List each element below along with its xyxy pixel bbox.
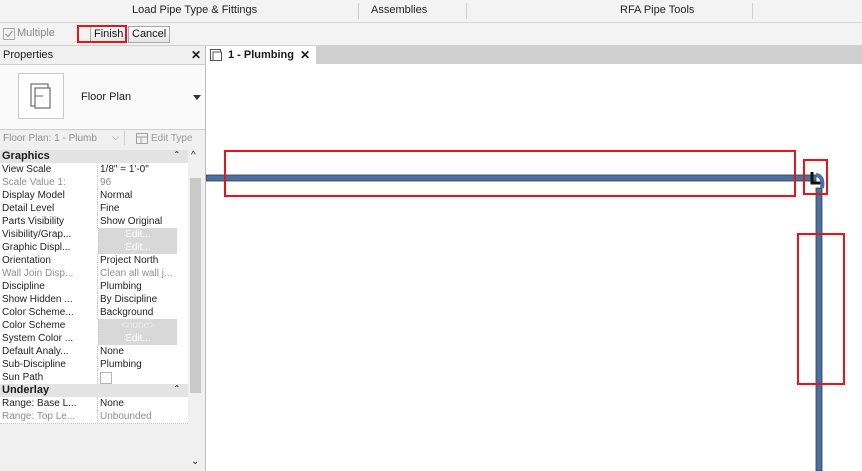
property-row[interactable]: Visibility/Grap... Edit... <box>0 228 188 242</box>
property-row[interactable]: Display Model Normal <box>0 189 188 203</box>
chevron-down-icon[interactable]: ⌵ <box>112 132 120 143</box>
multiple-checkbox[interactable] <box>3 28 15 40</box>
property-row[interactable]: Detail Level Fine <box>0 202 188 216</box>
property-row[interactable]: Sun Path <box>0 371 188 385</box>
finish-button[interactable]: Finish <box>90 26 128 43</box>
property-row[interactable]: View Scale 1/8" = 1'-0" <box>0 163 188 177</box>
property-row[interactable]: Parts Visibility Show Original <box>0 215 188 229</box>
edit-button[interactable]: Edit... <box>98 241 177 254</box>
property-row[interactable]: Graphic Displ... Edit... <box>0 241 188 255</box>
multiple-label: Multiple <box>17 27 55 39</box>
property-row[interactable]: Show Hidden ... By Discipline <box>0 293 188 307</box>
scroll-down-icon[interactable]: ⌄ <box>191 456 199 467</box>
close-icon[interactable]: ✕ <box>191 48 201 62</box>
property-row[interactable]: Sub-Discipline Plumbing <box>0 358 188 372</box>
properties-header: Properties ✕ <box>0 46 205 64</box>
property-row[interactable]: Range: Base L... None <box>0 397 188 411</box>
edit-button[interactable]: Edit... <box>98 332 177 345</box>
ribbon-separator <box>358 3 359 19</box>
property-row[interactable]: Default Analy... None <box>0 345 188 359</box>
vertical-pipe[interactable] <box>815 187 823 471</box>
options-bar: Multiple Finish Cancel <box>0 23 862 46</box>
scroll-up-icon[interactable]: ^ <box>191 150 196 161</box>
floor-plan-icon <box>18 73 64 119</box>
instance-selector[interactable]: Floor Plan: 1 - Plumb <box>3 133 97 144</box>
properties-title: Properties <box>3 49 54 61</box>
ribbon-tab-assemblies[interactable]: Assemblies <box>371 4 427 16</box>
drawing-canvas[interactable] <box>206 64 862 471</box>
group-header-graphics[interactable]: Graphics ˆ <box>0 150 188 163</box>
type-name: Floor Plan <box>81 91 132 103</box>
ribbon-tab-rfa-pipe-tools[interactable]: RFA Pipe Tools <box>620 4 694 16</box>
edit-type-icon <box>136 133 148 144</box>
scrollbar-thumb[interactable] <box>190 178 201 393</box>
group-header-underlay[interactable]: Underlay ˆ <box>0 384 188 397</box>
property-row[interactable]: Range: Top Le... Unbounded <box>0 410 188 424</box>
property-row[interactable]: Orientation Project North <box>0 254 188 268</box>
close-icon[interactable]: ✕ <box>300 48 310 62</box>
collapse-icon[interactable]: ˆ <box>175 150 178 163</box>
checkmark-icon <box>5 30 14 38</box>
horizontal-pipe[interactable] <box>206 174 817 182</box>
property-row[interactable]: Wall Join Disp... Clean all wall j... <box>0 267 188 281</box>
ribbon-separator <box>466 3 467 19</box>
ribbon-separator <box>752 3 753 19</box>
none-button[interactable]: <none> <box>98 319 177 332</box>
ribbon-panel-strip: Load Pipe Type & Fittings Assemblies RFA… <box>0 0 862 23</box>
properties-palette: Properties ✕ Floor Plan Floor Plan: 1 - … <box>0 46 206 471</box>
plumbing-drawing <box>206 172 825 471</box>
floor-plan-icon <box>210 49 222 61</box>
type-selector[interactable]: Floor Plan <box>0 64 205 130</box>
property-row[interactable]: Color Scheme... Background <box>0 306 188 320</box>
ribbon-tab-load-pipe-type[interactable]: Load Pipe Type & Fittings <box>132 4 257 16</box>
chevron-down-icon[interactable] <box>193 95 201 101</box>
tab-1-plumbing[interactable]: 1 - Plumbing ✕ <box>206 46 316 64</box>
property-row[interactable]: Discipline Plumbing <box>0 280 188 294</box>
view-tab-strip: 1 - Plumbing ✕ <box>206 46 862 64</box>
edit-button[interactable]: Edit... <box>98 228 177 241</box>
instance-selector-row: Floor Plan: 1 - Plumb ⌵ Edit Type <box>0 130 205 148</box>
divider <box>124 131 125 145</box>
tab-label: 1 - Plumbing <box>228 49 294 61</box>
property-row[interactable]: Scale Value 1: 96 <box>0 176 188 190</box>
edit-type-button[interactable]: Edit Type <box>151 133 193 144</box>
collapse-icon[interactable]: ˆ <box>175 384 178 397</box>
property-row[interactable]: Color Scheme <none> <box>0 319 188 333</box>
sun-path-checkbox[interactable] <box>100 372 112 384</box>
property-row[interactable]: System Color ... Edit... <box>0 332 188 346</box>
cancel-button[interactable]: Cancel <box>128 26 171 43</box>
